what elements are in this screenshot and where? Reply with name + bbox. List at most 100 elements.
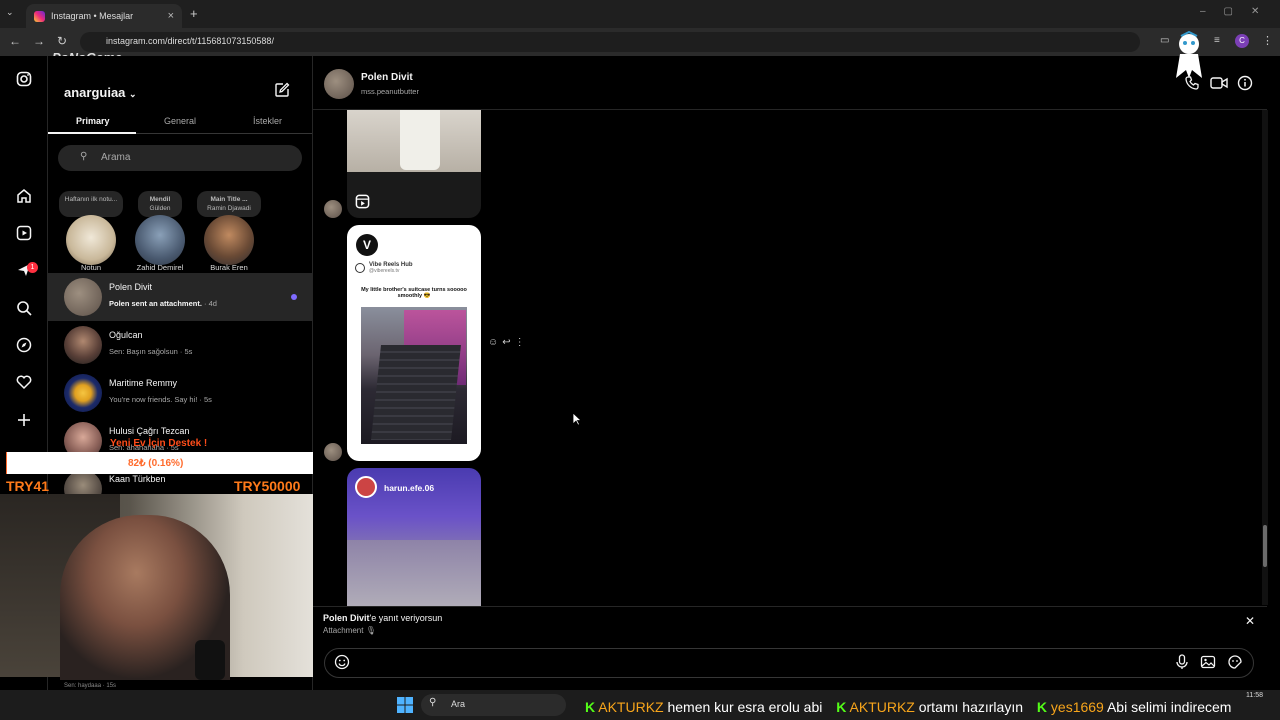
donation-current: TRY41 bbox=[6, 478, 50, 494]
cast-icon[interactable]: ▭ bbox=[1160, 35, 1169, 46]
microphone bbox=[195, 640, 225, 680]
emoji-icon[interactable] bbox=[334, 654, 350, 673]
ticker-message: hemen kur esra erolu abi bbox=[667, 699, 823, 715]
sender-avatar bbox=[324, 443, 342, 461]
conversation-name: Polen Divit bbox=[109, 282, 153, 292]
reels-icon[interactable] bbox=[13, 225, 35, 247]
ticker-user: yes1669 bbox=[1050, 699, 1104, 715]
tab-list-chevron-icon[interactable]: ⌄ bbox=[6, 7, 14, 18]
ticker-message: ortamı hazırlayın bbox=[918, 699, 1023, 715]
image-upload-icon[interactable] bbox=[1200, 654, 1216, 673]
conversation-preview: Polen sent an attachment. · 4d bbox=[109, 299, 217, 308]
note-bubble[interactable]: Main Title ... Ramin Djawadi bbox=[197, 191, 261, 217]
note-text: Main Title ... bbox=[210, 196, 248, 203]
note-owner-name: Zahid Demirel bbox=[136, 263, 184, 272]
scrollbar-thumb[interactable] bbox=[1263, 525, 1267, 567]
tab-requests[interactable]: İstekler bbox=[253, 116, 282, 126]
donation-goal-title: Yeni Ev İçin Destek ! bbox=[110, 438, 208, 449]
kick-icon: K bbox=[1036, 699, 1048, 715]
new-message-icon[interactable] bbox=[274, 82, 290, 102]
window-controls[interactable]: –▢✕ bbox=[1200, 6, 1277, 17]
more-options-icon[interactable]: ⋮ bbox=[515, 337, 529, 348]
note-avatar[interactable] bbox=[66, 215, 116, 265]
ticker-user: AKTURKZ bbox=[598, 699, 664, 715]
microphone-icon: 🎙 bbox=[365, 626, 376, 635]
preview-time: · 4d bbox=[204, 299, 217, 308]
sticker-icon[interactable] bbox=[1227, 654, 1243, 673]
sender-avatar bbox=[324, 200, 342, 218]
new-tab-button[interactable]: + bbox=[190, 6, 198, 21]
conversation-row[interactable]: Polen Divit Polen sent an attachment. · … bbox=[48, 273, 313, 321]
note-bubble[interactable]: Haftanın ilk notu... bbox=[59, 191, 123, 217]
windows-start-icon[interactable] bbox=[397, 697, 413, 713]
instagram-logo-icon[interactable] bbox=[13, 71, 35, 93]
message-actions[interactable]: ☺↩⋮ bbox=[488, 337, 529, 348]
explore-icon[interactable] bbox=[13, 337, 35, 359]
create-plus-icon[interactable] bbox=[13, 412, 35, 434]
home-icon[interactable] bbox=[13, 188, 35, 210]
search-icon[interactable] bbox=[13, 300, 35, 322]
message-input[interactable] bbox=[324, 648, 1254, 678]
avatar bbox=[64, 326, 102, 364]
reply-attachment-label: Attachment 🎙 bbox=[323, 626, 376, 635]
vibe-account-handle: @vibereels.tv bbox=[369, 268, 400, 274]
back-arrow-icon[interactable]: ← bbox=[9, 34, 21, 48]
vibe-caption: My little brother's suitcase turns soooo… bbox=[361, 287, 467, 299]
close-tab-icon[interactable]: × bbox=[168, 10, 174, 22]
note-text: Mendil bbox=[149, 196, 171, 203]
conversation-preview: Sen: Başın sağolsun · 5s bbox=[109, 347, 192, 356]
search-field-icon: ⚲ bbox=[80, 151, 88, 162]
tab-title: Instagram • Mesajlar bbox=[51, 11, 134, 21]
conversation-name: Kaan Türkben bbox=[109, 474, 166, 484]
conversation-preview: You're now friends. Say hi! · 5s bbox=[109, 395, 212, 404]
ticker-message: Abi selimi indirecem bbox=[1106, 699, 1232, 715]
heart-icon[interactable] bbox=[13, 374, 35, 396]
note-bubble[interactable]: Mendil Gülden bbox=[138, 191, 182, 217]
video-call-icon[interactable] bbox=[1210, 75, 1228, 95]
close-reply-icon[interactable]: ✕ bbox=[1245, 614, 1255, 628]
media-controls-icon[interactable]: ≡ bbox=[1214, 35, 1220, 46]
mouse-cursor bbox=[572, 412, 583, 429]
reel-thumbnail-object bbox=[400, 110, 440, 170]
address-bar[interactable]: instagram.com/direct/t/115681073150588/ bbox=[80, 32, 1140, 52]
taskbar-search-icon: ⚲ bbox=[429, 697, 437, 708]
voice-message-icon[interactable] bbox=[1175, 654, 1189, 673]
vibe-account-row: Vibe Reels Hub @vibereels.tv bbox=[355, 262, 473, 274]
reply-icon[interactable]: ↩ bbox=[502, 337, 514, 348]
note-sub: Gülden bbox=[149, 205, 171, 212]
preview-text: You're now friends. Say hi! bbox=[109, 395, 198, 404]
tab-primary[interactable]: Primary bbox=[76, 116, 110, 126]
taskbar-search[interactable]: Ara bbox=[421, 694, 566, 716]
preview-time: · 5s bbox=[179, 347, 193, 356]
username-label: anarguiaa bbox=[64, 85, 126, 100]
conversation-row[interactable]: Maritime Remmy You're now friends. Say h… bbox=[48, 369, 313, 417]
browser-menu-icon[interactable]: ⋮ bbox=[1262, 34, 1273, 47]
avatar bbox=[64, 374, 102, 412]
forward-arrow-icon[interactable]: → bbox=[33, 34, 45, 48]
note-text: Haftanın ilk notu... bbox=[64, 196, 118, 203]
browser-tab-instagram[interactable]: Instagram • Mesajlar × bbox=[26, 4, 182, 28]
profile-avatar[interactable]: C bbox=[1235, 34, 1249, 48]
conversation-name: Hulusi Çağrı Tezcan bbox=[109, 426, 190, 436]
search-input[interactable]: Arama bbox=[58, 145, 302, 171]
react-emoji-icon[interactable]: ☺ bbox=[488, 337, 502, 348]
chat-handle: mss.peanutbutter bbox=[361, 87, 419, 96]
reload-icon[interactable]: ↻ bbox=[57, 34, 67, 48]
info-icon[interactable] bbox=[1237, 75, 1253, 95]
reel-author-name: harun.efe.06 bbox=[384, 483, 435, 493]
reply-context bbox=[313, 606, 1267, 646]
kick-icon: K bbox=[836, 699, 847, 715]
account-switcher[interactable]: anarguiaa ⌄ bbox=[64, 85, 137, 100]
note-avatar[interactable] bbox=[204, 215, 254, 265]
conversation-row[interactable]: Oğulcan Sen: Başın sağolsun · 5s bbox=[48, 321, 313, 369]
reply-attachment-text: Attachment bbox=[323, 626, 364, 635]
chat-title[interactable]: Polen Divit bbox=[361, 72, 413, 83]
unread-dot bbox=[291, 294, 297, 300]
reply-to-suffix: 'e yanıt veriyorsun bbox=[369, 613, 443, 623]
conversation-name: Oğulcan bbox=[109, 330, 143, 340]
tab-general[interactable]: General bbox=[164, 116, 196, 126]
chat-avatar[interactable] bbox=[324, 69, 354, 99]
active-tab-indicator bbox=[48, 132, 136, 134]
note-avatar[interactable] bbox=[135, 215, 185, 265]
chevron-down-icon: ⌄ bbox=[129, 89, 137, 99]
